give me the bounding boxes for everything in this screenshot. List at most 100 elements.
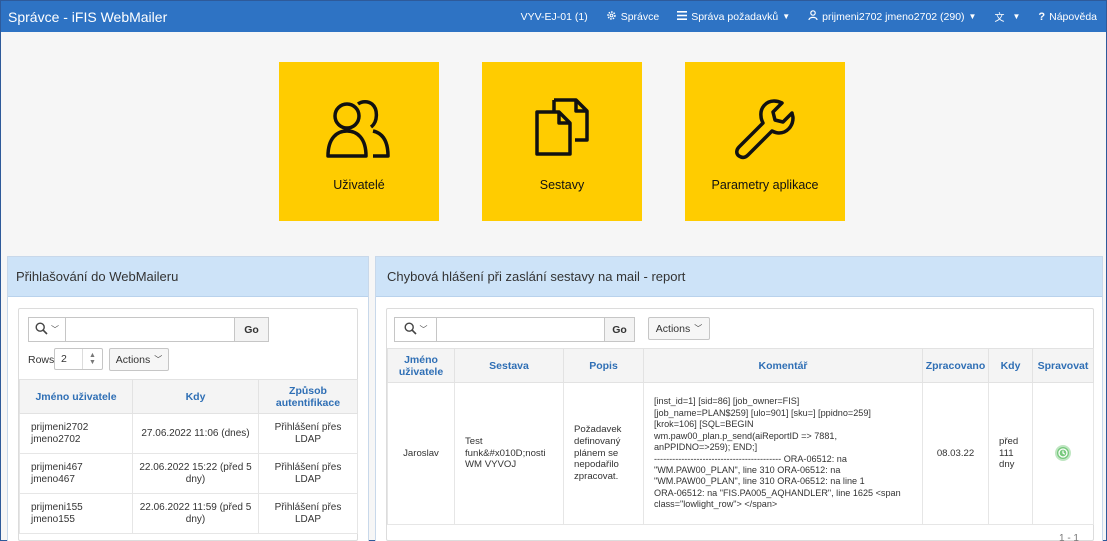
login-search-bar: ﹀ Go [28,317,269,342]
help-menu-label: Nápověda [1049,10,1097,23]
cell-username: prijmeni155 jmeno155 [19,493,133,534]
cell-auth: Přihlášení přes LDAP [258,493,358,534]
login-go-button[interactable]: Go [235,317,269,342]
environment-label[interactable]: VYV-EJ-01 (1) [512,1,597,32]
comment-line: wm.paw00_plan.p_send(aiReportID => 7881, [654,430,838,441]
col-description[interactable]: Popis [563,348,644,383]
when-line: 27.06.2022 11:06 (dnes) [141,427,250,439]
cell-processed: 08.03.22 [922,382,989,525]
table-row: prijmeni2702 jmeno2702 27.06.2022 11:06 (… [19,413,358,454]
description-line: definovaný [574,435,621,447]
description-line: nepodařilo [574,459,619,471]
user-icon [808,10,818,23]
cell-description: Požadavek definovaný plánem se nepodařil… [563,382,644,525]
col-processed[interactable]: Zpracovano [922,348,989,383]
login-region-title: Přihlašování do WebMaileru [8,257,368,297]
top-bar: Správce - iFIS WebMailer VYV-EJ-01 (1) S… [1,1,1106,32]
login-table: Jméno uživatele Kdy Způsob autentifikace… [19,379,358,534]
error-region: Chybová hlášení při zaslání sestavy na m… [375,256,1103,541]
report-line: Test [465,435,483,447]
tile-reports-label: Sestavy [539,178,585,192]
cell-when: 22.06.2022 15:22 (před 5 dny) [132,453,259,494]
search-column-button[interactable]: ﹀ [394,317,437,342]
user-menu-label: prijmeni2702 jmeno2702 (290) [822,10,965,23]
search-icon [35,321,48,338]
login-actions-label: Actions [115,353,151,366]
comment-line: ORA-06512: na "FIS.PA005_AQHANDLER", lin… [654,487,901,498]
search-icon [403,321,417,338]
when-line: 22.06.2022 15:22 (před 5 [139,461,252,473]
col-username[interactable]: Jméno uživatele [19,379,133,414]
error-search-input[interactable] [437,317,605,342]
chevron-down-icon: ﹀ [694,324,703,333]
comment-line: [job_name=PLAN$259] [ulo=901] [sku=] [pp… [654,407,871,418]
login-report-panel: ﹀ Go Rows 2 ▲ ▼ Actions ﹀ Jméno uživatele… [18,308,358,541]
login-search-input[interactable] [66,317,235,342]
tile-users[interactable]: Uživatelé [279,62,439,221]
description-line: zpracovat. [574,471,619,483]
report-line: WM VYVOJ [465,459,517,471]
cell-when: před 111 dny [988,382,1033,525]
error-report-panel: ﹀ Go Actions ﹀ Jméno uživatele Sestava P… [386,308,1094,541]
cell-username: Jaroslav [387,382,455,525]
top-nav: VYV-EJ-01 (1) Správce Správa požadavků ▼… [512,1,1106,32]
col-when[interactable]: Kdy [988,348,1033,383]
user-menu[interactable]: prijmeni2702 jmeno2702 (290) ▼ [799,1,985,32]
question-icon: ? [1038,10,1046,23]
comment-line: [krok=106] [SQL=BEGIN [654,419,754,430]
users-icon [325,62,393,163]
requests-menu-label: Správa požadavků [691,10,779,23]
table-row: prijmeni467 jmeno467 22.06.2022 15:22 (př… [19,453,358,494]
chevron-down-icon: ﹀ [419,325,428,334]
auth-line: Přihlášení přes [274,421,342,433]
cell-username: prijmeni467 jmeno467 [19,453,133,494]
error-search-bar: ﹀ Go [394,317,635,342]
tile-app-parameters-label: Parametry aplikace [711,178,819,192]
username-line: jmeno2702 [31,433,81,445]
col-auth-method[interactable]: Způsob autentifikace [258,379,358,414]
tile-app-parameters[interactable]: Parametry aplikace [685,62,845,221]
col-when[interactable]: Kdy [132,379,259,414]
comment-line: anPPIDNO=>259); END;] [654,442,758,453]
col-comment[interactable]: Komentář [643,348,923,383]
col-report[interactable]: Sestava [454,348,564,383]
cell-when: 22.06.2022 11:59 (před 5 dny) [132,493,259,534]
documents-icon [532,62,592,161]
search-column-button[interactable]: ﹀ [28,317,66,342]
tile-reports[interactable]: Sestavy [482,62,642,221]
col-username[interactable]: Jméno uživatele [387,348,455,383]
when-line: dny) [185,473,206,485]
rows-select[interactable]: 2 ▲ ▼ [54,348,103,370]
help-menu[interactable]: ? Nápověda [1029,1,1106,32]
report-line: funk&#x010D;nosti [465,447,546,459]
clock-icon[interactable] [1055,445,1071,462]
error-go-button[interactable]: Go [605,317,635,342]
gear-icon [606,10,617,24]
chevron-down-icon: ▼ [1012,12,1021,21]
translate-icon: 文 [994,13,1005,24]
list-icon [677,10,688,23]
chevron-down-icon: ﹀ [154,355,163,364]
pagination-label: 1 - 1 [1058,533,1079,541]
table-row: prijmeni155 jmeno155 22.06.2022 11:59 (př… [19,493,358,534]
language-menu[interactable]: 文 ▼ [985,1,1029,32]
comment-line: [inst_id=1] [sid=86] [job_owner=FIS] [654,396,800,407]
col-manage[interactable]: Spravovat [1032,348,1094,383]
admin-menu[interactable]: Správce [597,1,669,32]
error-actions-button[interactable]: Actions ﹀ [648,317,710,340]
auth-line: Přihlášení přes [274,501,342,513]
auth-line: LDAP [294,433,322,445]
tile-users-label: Uživatelé [333,178,385,192]
error-actions-label: Actions [655,322,691,335]
login-actions-button[interactable]: Actions ﹀ [109,348,169,371]
rows-value: 2 [61,353,67,365]
rows-label: Rows [28,354,55,366]
cell-manage [1032,382,1094,525]
table-row: Jaroslav Test funk&#x010D;nosti WM VYVOJ… [387,382,1094,525]
requests-menu[interactable]: Správa požadavků ▼ [668,1,799,32]
comment-line: "WM.PAW00_PLAN", line 310 ORA-06512: na … [654,476,865,487]
when-line: 111 [999,447,1014,459]
when-line: dny) [185,513,206,525]
wrench-icon [733,62,797,163]
error-table: Jméno uživatele Sestava Popis Komentář Z… [387,348,1094,525]
